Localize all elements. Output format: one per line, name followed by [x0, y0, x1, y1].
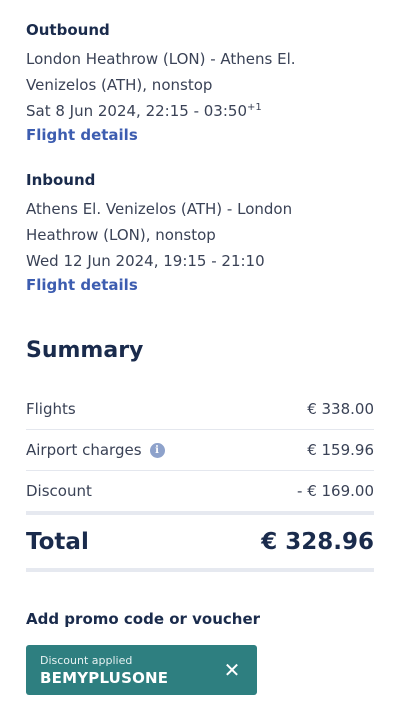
promo-code-label: Add promo code or voucher [26, 610, 261, 628]
summary-row-label-group: Airport charges i [26, 441, 165, 459]
total-top-divider [26, 511, 374, 515]
summary-row-value: - € 169.00 [297, 482, 374, 500]
summary-title: Summary [26, 338, 144, 363]
inbound-title: Inbound [26, 171, 96, 189]
total-label: Total [26, 529, 89, 555]
outbound-route-line2: Venizelos (ATH), nonstop [26, 76, 213, 94]
outbound-flight-details-link[interactable]: Flight details [26, 124, 138, 146]
total-bottom-divider [26, 568, 374, 572]
outbound-day-offset: +1 [247, 102, 262, 113]
outbound-flight: Outbound London Heathrow (LON) - Athens … [26, 20, 374, 146]
voucher-code: BEMYPLUSONE [40, 669, 169, 687]
outbound-datetime: Sat 8 Jun 2024, 22:15 - 03:50 [26, 102, 247, 120]
total-value: € 328.96 [261, 529, 374, 555]
voucher-status: Discount applied [40, 654, 133, 667]
summary-row-label: Discount [26, 482, 92, 500]
info-icon[interactable]: i [149, 442, 165, 458]
summary-row-value: € 159.96 [307, 441, 374, 459]
summary-row-airport-charges: Airport charges i € 159.96 [26, 430, 374, 471]
inbound-datetime: Wed 12 Jun 2024, 19:15 - 21:10 [26, 252, 265, 270]
outbound-datetime-row: Sat 8 Jun 2024, 22:15 - 03:50+1 [26, 98, 374, 124]
total-row: Total € 328.96 [26, 520, 374, 564]
applied-voucher-chip: Discount applied BEMYPLUSONE ✕ [26, 645, 257, 695]
close-icon[interactable]: ✕ [221, 659, 243, 681]
summary-row-label: Airport charges [26, 441, 142, 459]
summary-row-label: Flights [26, 400, 76, 418]
summary-row-value: € 338.00 [307, 400, 374, 418]
outbound-route-line1: London Heathrow (LON) - Athens El. [26, 50, 296, 68]
summary-row-flights: Flights € 338.00 [26, 389, 374, 430]
inbound-route-line1: Athens El. Venizelos (ATH) - London [26, 200, 293, 218]
inbound-route-line2: Heathrow (LON), nonstop [26, 226, 216, 244]
inbound-flight: Inbound Athens El. Venizelos (ATH) - Lon… [26, 170, 374, 296]
inbound-flight-details-link[interactable]: Flight details [26, 274, 138, 296]
summary-row-discount: Discount - € 169.00 [26, 471, 374, 511]
outbound-title: Outbound [26, 21, 110, 39]
